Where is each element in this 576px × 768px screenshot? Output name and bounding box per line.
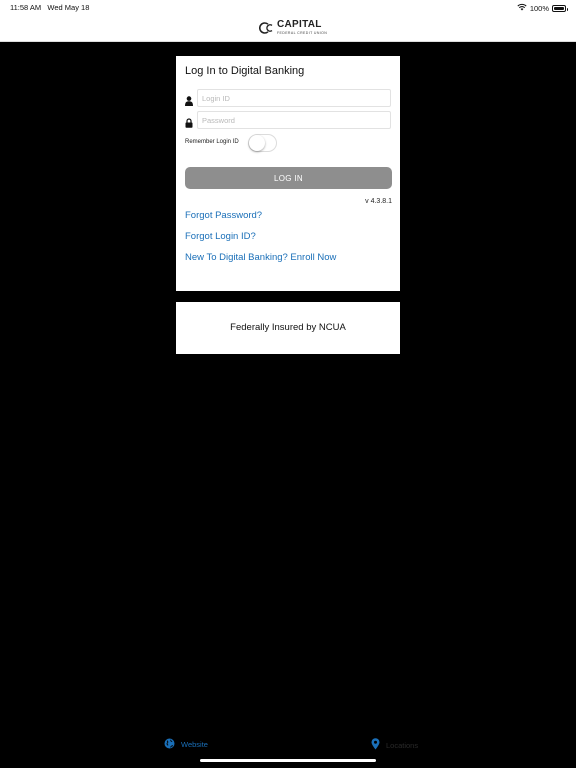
wifi-icon: [517, 3, 527, 13]
ncua-text: Federally Insured by NCUA: [230, 322, 346, 333]
enroll-link[interactable]: New To Digital Banking? Enroll Now: [185, 252, 336, 263]
password-row: [185, 111, 392, 129]
globe-icon: [164, 738, 175, 751]
locations-button[interactable]: Locations: [371, 738, 418, 752]
toggle-knob: [249, 135, 265, 151]
forgot-password-link[interactable]: Forgot Password?: [185, 210, 262, 221]
capital-logo: CAPITAL FEDERAL CREDIT UNION: [259, 20, 327, 35]
remember-login-toggle[interactable]: [248, 134, 277, 152]
user-icon: [185, 93, 193, 106]
website-button[interactable]: Website: [164, 738, 208, 751]
app-version: v 4.3.8.1: [365, 198, 392, 205]
forgot-login-id-link[interactable]: Forgot Login ID?: [185, 231, 256, 242]
bottom-nav: Website Locations: [0, 734, 576, 758]
remember-login-label: Remember Login ID: [185, 139, 239, 145]
login-title: Log In to Digital Banking: [185, 65, 305, 77]
login-id-row: [185, 89, 392, 107]
app-header: CAPITAL FEDERAL CREDIT UNION: [0, 14, 576, 42]
battery-icon: [552, 4, 568, 12]
locations-label: Locations: [386, 740, 419, 750]
website-label: Website: [181, 740, 208, 749]
login-card: Log In to Digital Banking Remember Login…: [176, 56, 400, 291]
status-time: 11:58 AM Wed May 18: [10, 3, 90, 12]
status-bar: 11:58 AM Wed May 18 100%: [0, 0, 576, 14]
logo-brand: CAPITAL: [277, 19, 322, 30]
login-button[interactable]: LOG IN: [185, 167, 392, 189]
status-right: 100%: [517, 3, 568, 13]
logo-mark-icon: [259, 21, 273, 34]
lock-icon: [185, 115, 193, 128]
home-indicator: [200, 759, 376, 762]
login-id-input[interactable]: [197, 89, 391, 107]
password-input[interactable]: [197, 111, 391, 129]
battery-percent: 100%: [529, 3, 549, 13]
map-pin-icon: [371, 738, 380, 752]
logo-subtext: FEDERAL CREDIT UNION: [277, 31, 328, 35]
ncua-card: Federally Insured by NCUA: [176, 302, 400, 354]
